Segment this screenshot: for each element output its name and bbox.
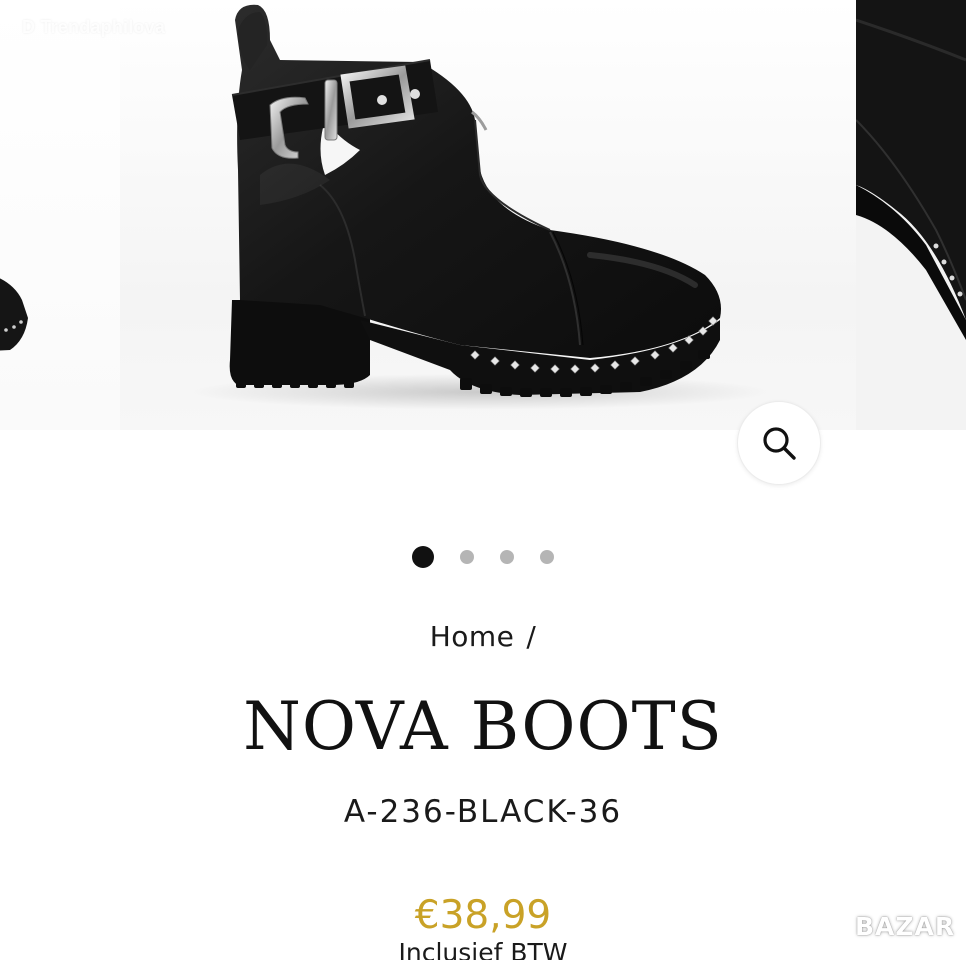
breadcrumb-separator: / bbox=[526, 620, 537, 653]
gallery-slide-next[interactable] bbox=[856, 0, 966, 430]
product-image-gallery[interactable]: D Trendaphilova bbox=[0, 0, 966, 500]
boot-image-next bbox=[856, 0, 966, 430]
zoom-button[interactable] bbox=[737, 401, 821, 485]
tax-note: Inclusief BTW bbox=[398, 938, 568, 960]
boot-product-image bbox=[190, 4, 770, 410]
photo-watermark: D Trendaphilova bbox=[22, 17, 166, 37]
gallery-slide-previous[interactable] bbox=[0, 0, 120, 430]
breadcrumb: Home / bbox=[0, 620, 966, 653]
product-page: D Trendaphilova Home / NOVA BOOTS A-236-B… bbox=[0, 0, 966, 960]
product-sku: A-236-BLACK-36 bbox=[343, 794, 623, 830]
boot-image-previous bbox=[0, 278, 28, 351]
search-icon bbox=[763, 427, 796, 460]
gallery-slide-active[interactable] bbox=[120, 0, 856, 430]
product-title: NOVA BOOTS bbox=[243, 688, 723, 765]
gallery-dot-1[interactable] bbox=[412, 546, 434, 568]
gallery-pagination bbox=[0, 545, 966, 571]
gallery-dot-2[interactable] bbox=[460, 550, 474, 564]
gallery-dot-3[interactable] bbox=[500, 550, 514, 564]
bazar-logo: BAZAR bbox=[855, 912, 956, 941]
gallery-dot-4[interactable] bbox=[540, 550, 554, 564]
breadcrumb-home-link[interactable]: Home bbox=[430, 620, 515, 653]
product-price: €38,99 bbox=[414, 893, 552, 938]
